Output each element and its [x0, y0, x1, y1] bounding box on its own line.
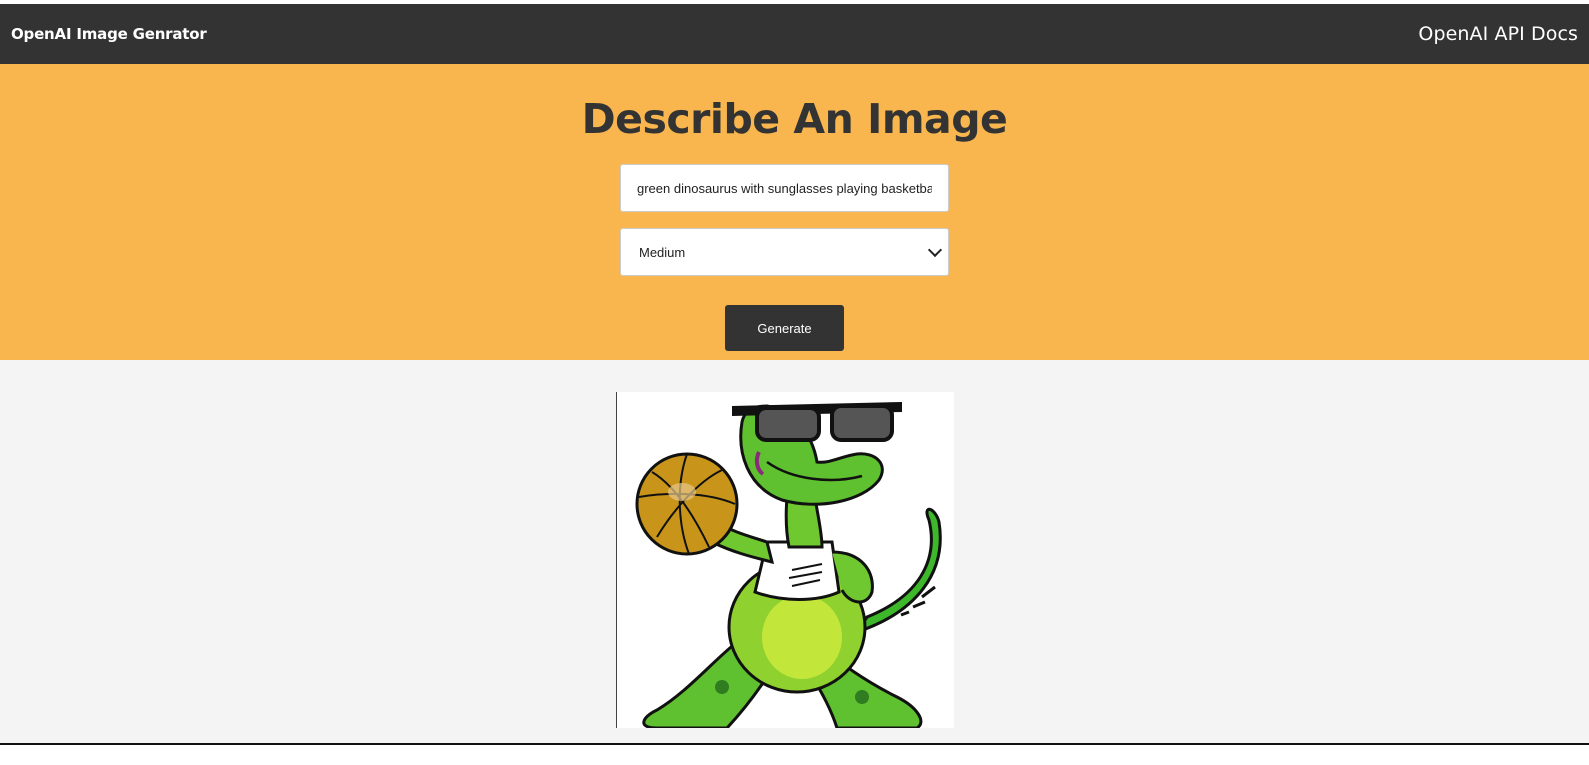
page-bottom-border — [0, 743, 1589, 765]
sunglasses-right-lens — [830, 404, 894, 442]
ball-highlight — [668, 483, 696, 501]
navbar: OpenAI Image Genrator OpenAI API Docs — [0, 4, 1589, 64]
leg-spot — [715, 680, 729, 694]
leg-spot — [855, 690, 869, 704]
size-select[interactable]: Medium — [620, 228, 949, 276]
generate-button[interactable]: Generate — [725, 305, 844, 351]
sunglasses-left-lens — [755, 406, 821, 442]
chevron-down-icon — [927, 242, 943, 257]
generated-image — [616, 392, 954, 728]
dinosaur-illustration — [635, 402, 942, 728]
basketball — [635, 452, 739, 556]
api-docs-link[interactable]: OpenAI API Docs — [1418, 23, 1578, 45]
prompt-input[interactable] — [620, 164, 949, 212]
dino-belly — [762, 595, 842, 679]
app-brand: OpenAI Image Genrator — [11, 25, 207, 43]
page-title: Describe An Image — [581, 95, 1008, 143]
size-select-value: Medium — [639, 244, 686, 260]
